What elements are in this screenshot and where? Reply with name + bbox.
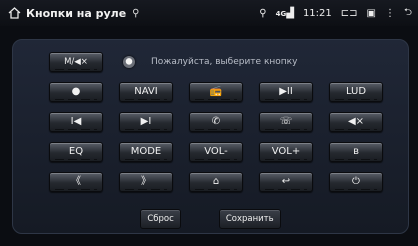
- bluetooth-button[interactable]: ʙ: [329, 142, 383, 162]
- key-grid: ● NAVI 📻 ▶II LUD I◀ ▶I ✆ ☏ ◀× EQ MODE VOL- VOL+ ʙ 《》 ⌂ ↩ ⏻: [49, 82, 383, 192]
- clock: 11:21: [302, 7, 332, 19]
- fast-forward-button[interactable]: 》: [119, 172, 173, 192]
- prev-track-button[interactable]: I◀: [49, 112, 103, 132]
- menu-icon[interactable]: ⋮: [385, 8, 395, 19]
- rewind-button[interactable]: 《: [49, 172, 103, 192]
- disc-button[interactable]: ●: [49, 82, 103, 102]
- call-button[interactable]: ✆: [189, 112, 243, 132]
- lud-button[interactable]: LUD: [329, 82, 383, 102]
- navi-button[interactable]: NAVI: [119, 82, 173, 102]
- reset-button[interactable]: Сброс: [140, 209, 181, 229]
- next-track-button[interactable]: ▶I: [119, 112, 173, 132]
- vol-down-button[interactable]: VOL-: [189, 142, 243, 162]
- play-pause-button[interactable]: ▶II: [259, 82, 313, 102]
- back-button[interactable]: ↩: [259, 172, 313, 192]
- status-bar: Кнопки на руле ⚲ ⚲ 4G▟ 11:21 ⊏⊐ ▣ ⋮ ⮌: [0, 0, 418, 26]
- radio-button[interactable]: 📻: [189, 82, 243, 102]
- screenshot-icon[interactable]: ▣: [367, 8, 376, 19]
- mode-mute-button[interactable]: M/◀×: [49, 52, 103, 72]
- back-icon[interactable]: ⮌: [404, 5, 412, 22]
- location-icon: ⚲: [259, 7, 267, 19]
- vol-up-button[interactable]: VOL+: [259, 142, 313, 162]
- power-button[interactable]: ⏻: [329, 172, 383, 192]
- button-panel: M/◀× Пожалуйста, выберите кнопку ● NAVI 📻 ▶…: [12, 39, 409, 234]
- save-button[interactable]: Сохранить: [218, 209, 281, 229]
- home-button[interactable]: ⌂: [189, 172, 243, 192]
- mode-button[interactable]: MODE: [119, 142, 173, 162]
- location-pin-icon: ⚲: [132, 7, 140, 19]
- hint-text: Пожалуйста, выберите кнопку: [151, 57, 298, 67]
- hangup-button[interactable]: ☏: [259, 112, 313, 132]
- home-icon[interactable]: [8, 7, 21, 19]
- eq-button[interactable]: EQ: [49, 142, 103, 162]
- link-icon: ⊏⊐: [340, 7, 358, 19]
- app-title: Кнопки на руле: [26, 6, 127, 20]
- signal-icon: 4G▟: [275, 7, 294, 19]
- mute-button[interactable]: ◀×: [329, 112, 383, 132]
- status-indicator: [123, 56, 135, 68]
